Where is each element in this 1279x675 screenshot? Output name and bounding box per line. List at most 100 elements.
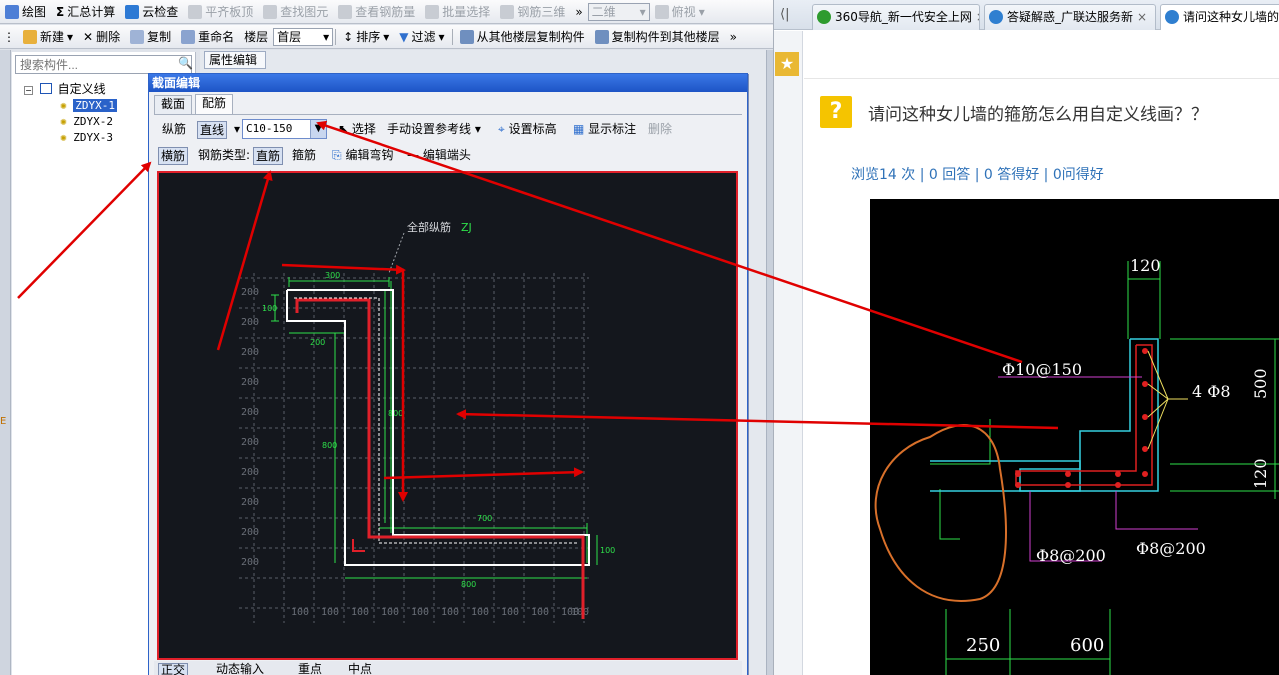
mid-point-button[interactable]: 中点 bbox=[346, 663, 374, 675]
snap-point-button[interactable]: 重点 bbox=[296, 663, 324, 675]
search-input[interactable] bbox=[15, 55, 192, 74]
dim-200: 200 bbox=[310, 338, 325, 347]
browser-window: ⟨| 360导航_新一代安全上网× 答疑解惑_广联达服务新× 请问这种女儿墙的箍… bbox=[773, 0, 1279, 675]
cad-dimension-lines bbox=[930, 261, 1279, 675]
cad-dim-120: 120 bbox=[1130, 256, 1161, 275]
axis-label: 200 bbox=[241, 317, 259, 328]
straight-bar-button[interactable]: 直筋 bbox=[253, 147, 284, 165]
drawing-canvas[interactable]: 200 200 200 200 200 200 200 200 200 200 … bbox=[157, 171, 738, 660]
toolbar-overflow-icon[interactable]: » bbox=[725, 26, 742, 48]
dim-800: 800 bbox=[322, 441, 337, 450]
rebar-3d-button[interactable]: 钢筋三维 bbox=[495, 1, 570, 23]
tree-item[interactable]: ✺ ZDYX-1 bbox=[60, 98, 117, 113]
elevation-icon: ⌖ bbox=[498, 122, 505, 136]
toolbar-divider bbox=[335, 28, 337, 45]
chevron-down-icon[interactable]: ▾ bbox=[232, 121, 242, 139]
rebar-dot bbox=[1065, 482, 1071, 488]
axis-label: 100 bbox=[351, 607, 369, 618]
collapse-icon[interactable]: ⋮ bbox=[0, 26, 18, 48]
rebar-dot bbox=[1015, 471, 1021, 477]
browser-tab-active[interactable]: 请问这种女儿墙的箍筋 bbox=[1160, 4, 1279, 30]
manual-ref-line-button[interactable]: 手动设置参考线 ▾ bbox=[385, 121, 483, 139]
tab-scroll-left-icon[interactable]: ⟨| bbox=[780, 7, 789, 22]
filter-button[interactable]: ▼ 过滤 ▾ bbox=[394, 26, 449, 48]
summary-calc-button[interactable]: Σ 汇总计算 bbox=[51, 1, 120, 23]
tree-item[interactable]: ✺ ZDYX-2 bbox=[60, 114, 113, 129]
find-element-button[interactable]: 查找图元 bbox=[258, 1, 333, 23]
tab-section[interactable]: 截面 bbox=[154, 95, 193, 114]
tree-item[interactable]: ✺ ZDYX-3 bbox=[60, 130, 113, 145]
question-image[interactable]: 120 Φ10@150 4 Φ8 Φ8@200 Φ8@200 250 600 5… bbox=[870, 199, 1279, 675]
browser-tab[interactable]: 360导航_新一代安全上网× bbox=[812, 4, 980, 30]
axis-label: 100 bbox=[471, 607, 489, 618]
toolbar-overflow-icon[interactable]: » bbox=[570, 1, 587, 23]
axis-label: 200 bbox=[241, 377, 259, 388]
rename-button[interactable]: 重命名 bbox=[176, 26, 239, 48]
rebar-end-hook bbox=[352, 539, 365, 552]
show-label-button[interactable]: ▦ 显示标注 bbox=[571, 121, 638, 139]
dock-strip bbox=[0, 50, 11, 675]
rebar-icon bbox=[338, 4, 353, 19]
view-2d-select[interactable]: 二维 ▾ bbox=[587, 2, 650, 21]
delete-button[interactable]: ✕ 删除 bbox=[78, 26, 125, 48]
axis-label: 100 bbox=[531, 607, 549, 618]
search-icon[interactable]: 🔍 bbox=[178, 56, 193, 70]
star-icon[interactable]: ★ bbox=[775, 52, 799, 76]
all-long-code: ZJ bbox=[461, 221, 472, 234]
gear-icon: ✺ bbox=[60, 115, 67, 128]
sigma-icon: Σ bbox=[56, 4, 65, 19]
edge-letter: E bbox=[0, 416, 7, 427]
close-icon[interactable]: × bbox=[976, 10, 979, 24]
axis-label: 100 bbox=[501, 607, 519, 618]
bottom-axis-labels: 100 100 100 100 100 100 100 100 100 100 … bbox=[291, 607, 589, 618]
top-view-select[interactable]: 俯视 ▾ bbox=[650, 1, 710, 23]
line-mode-button[interactable]: 直线 bbox=[197, 121, 228, 139]
view-rebar-qty-button[interactable]: 查看钢筋量 bbox=[333, 1, 420, 23]
sort-button[interactable]: ↕ 排序 ▾ bbox=[338, 26, 394, 48]
new-button[interactable]: 新建 ▾ bbox=[18, 26, 78, 48]
floor-select[interactable]: 首层 ▾ bbox=[273, 27, 334, 46]
close-icon[interactable]: × bbox=[1137, 10, 1147, 24]
stirrup-button[interactable]: 横筋 bbox=[158, 147, 189, 165]
set-elevation-button[interactable]: ⌖ 设置标高 bbox=[496, 121, 559, 139]
axis-label: 100 bbox=[571, 607, 589, 618]
collapse-icon[interactable]: − bbox=[24, 86, 33, 95]
edit-hook-button[interactable]: ⎘ 编辑弯钩 bbox=[330, 147, 395, 165]
hoop-button[interactable]: 箍筋 bbox=[290, 147, 318, 165]
dim-300: 300 bbox=[325, 271, 340, 280]
cad-detail-drawing: 120 Φ10@150 4 Φ8 Φ8@200 Φ8@200 250 600 5… bbox=[874, 256, 1279, 675]
select-button[interactable]: ⬉ 选择 bbox=[336, 121, 378, 139]
orthogonal-button[interactable]: 正交 bbox=[158, 663, 189, 675]
chevron-down-icon[interactable]: ▼ bbox=[310, 120, 326, 138]
new-icon bbox=[23, 29, 37, 44]
copy-from-floor-button[interactable]: 从其他楼层复制构件 bbox=[455, 26, 590, 48]
tree-root[interactable]: − 自定义线 bbox=[24, 82, 106, 97]
copy-button[interactable]: 复制 bbox=[125, 26, 176, 48]
rebar-type-label: 钢筋类型: bbox=[198, 148, 251, 162]
axis-label: 100 bbox=[291, 607, 309, 618]
rebar-path bbox=[295, 298, 585, 619]
batch-select-button[interactable]: 批量选择 bbox=[420, 1, 495, 23]
scrollbar[interactable] bbox=[766, 50, 773, 675]
flush-slab-top-button[interactable]: 平齐板顶 bbox=[183, 1, 258, 23]
delete-disabled-button[interactable]: 删除 bbox=[646, 121, 674, 139]
dynamic-input-button[interactable]: 动态输入 bbox=[214, 663, 266, 675]
cad-long-label: 4 Φ8 bbox=[1192, 382, 1231, 401]
axis-label: 200 bbox=[241, 497, 259, 508]
tab-property-edit[interactable]: 属性编辑 bbox=[204, 51, 266, 69]
axis-label: 100 bbox=[441, 607, 459, 618]
browser-tab[interactable]: 答疑解惑_广联达服务新 × bbox=[984, 4, 1156, 30]
draw-button[interactable]: 绘图 bbox=[0, 1, 51, 23]
tab-reinforcement[interactable]: 配筋 bbox=[195, 94, 234, 115]
copy-to-floor-button[interactable]: 复制构件到其他楼层 bbox=[590, 26, 725, 48]
rebar-spec-combo[interactable]: C10-150 ▼ bbox=[242, 119, 327, 139]
end-icon: — bbox=[407, 148, 419, 162]
grid bbox=[239, 273, 589, 623]
edit-end-button[interactable]: — 编辑端头 bbox=[405, 147, 473, 165]
grid-icon bbox=[425, 4, 440, 19]
question-stats[interactable]: 浏览14 次 | 0 回答 | 0 答得好 | 0问得好 bbox=[851, 164, 1104, 184]
cad-slab-outline bbox=[930, 460, 1081, 492]
dialog-title[interactable]: 截面编辑 bbox=[149, 74, 747, 92]
cloud-check-button[interactable]: 云检查 bbox=[120, 1, 183, 23]
cube-icon bbox=[500, 4, 515, 19]
